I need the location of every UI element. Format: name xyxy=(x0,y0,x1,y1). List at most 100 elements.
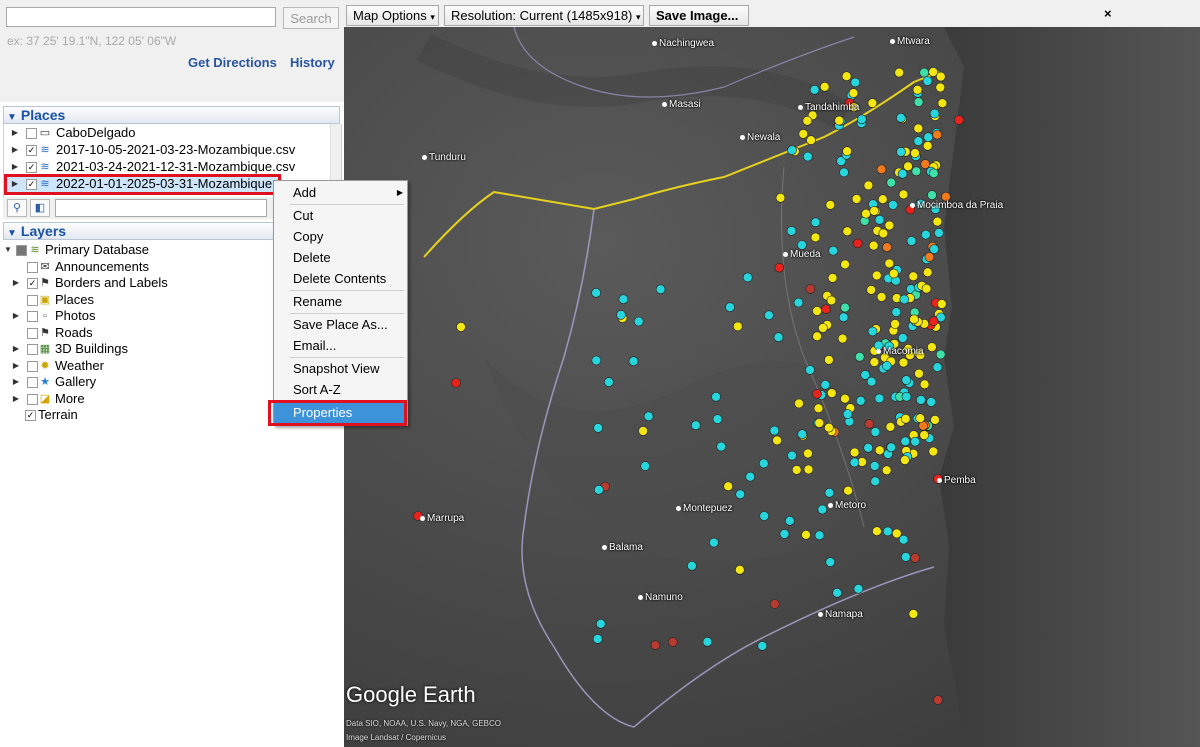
incident-marker[interactable] xyxy=(773,332,784,343)
incident-marker[interactable] xyxy=(906,236,917,246)
incident-marker[interactable] xyxy=(894,67,905,78)
incident-marker[interactable] xyxy=(712,414,723,424)
incident-marker[interactable] xyxy=(591,355,602,366)
incident-marker[interactable] xyxy=(910,553,920,563)
place-item-cabodelgado[interactable]: ▶ ▭ CaboDelgado xyxy=(4,125,329,141)
incident-marker[interactable] xyxy=(897,169,908,179)
place-item-csv-2021[interactable]: ▶ ✓ ≋ 2021-03-24-2021-12-31-Mozambique.c… xyxy=(4,159,329,175)
incident-marker[interactable] xyxy=(805,365,815,375)
checkbox-partial[interactable] xyxy=(16,245,27,256)
incident-marker[interactable] xyxy=(919,67,930,78)
incident-marker[interactable] xyxy=(451,378,461,388)
incident-marker[interactable] xyxy=(933,695,943,705)
incident-marker[interactable] xyxy=(595,618,606,629)
incident-marker[interactable] xyxy=(890,319,900,329)
incident-marker[interactable] xyxy=(711,391,721,402)
incident-marker[interactable] xyxy=(922,267,933,278)
incident-marker[interactable] xyxy=(908,271,919,282)
incident-marker[interactable] xyxy=(650,640,661,651)
incident-marker[interactable] xyxy=(769,599,780,609)
incident-marker[interactable] xyxy=(912,84,923,95)
checkbox[interactable]: ✓ xyxy=(26,145,37,156)
incident-marker[interactable] xyxy=(935,71,946,82)
incident-marker[interactable] xyxy=(709,537,719,548)
incident-marker[interactable] xyxy=(798,129,809,139)
incident-marker[interactable] xyxy=(834,115,845,126)
incident-marker[interactable] xyxy=(928,446,939,457)
incident-marker[interactable] xyxy=(897,333,908,343)
incident-marker[interactable] xyxy=(923,132,934,142)
incident-marker[interactable] xyxy=(794,398,804,409)
incident-marker[interactable] xyxy=(757,641,768,651)
incident-marker[interactable] xyxy=(591,287,601,298)
incident-marker[interactable] xyxy=(929,108,940,119)
incident-marker[interactable] xyxy=(456,322,466,332)
incident-marker[interactable] xyxy=(725,302,735,313)
incident-marker[interactable] xyxy=(855,395,866,406)
incident-marker[interactable] xyxy=(886,177,897,188)
incident-marker[interactable] xyxy=(842,409,853,419)
checkbox[interactable] xyxy=(27,344,38,355)
incident-marker[interactable] xyxy=(840,302,850,313)
incident-marker[interactable] xyxy=(900,436,911,447)
incident-marker[interactable] xyxy=(826,388,837,398)
incident-marker[interactable] xyxy=(842,226,853,237)
incident-marker[interactable] xyxy=(803,448,813,459)
incident-marker[interactable] xyxy=(866,376,877,387)
incident-marker[interactable] xyxy=(812,389,822,399)
history-link[interactable]: History xyxy=(290,55,335,70)
incident-marker[interactable] xyxy=(824,487,835,498)
incident-marker[interactable] xyxy=(864,419,875,429)
checkbox[interactable] xyxy=(27,377,38,388)
checkbox[interactable] xyxy=(27,361,38,372)
incident-marker[interactable] xyxy=(930,415,940,425)
incident-marker[interactable] xyxy=(849,457,860,468)
search-input[interactable] xyxy=(6,7,276,27)
incident-marker[interactable] xyxy=(618,294,629,305)
checkbox[interactable] xyxy=(27,394,38,405)
collapse-arrow-icon[interactable]: ▼ xyxy=(3,242,13,258)
incident-marker[interactable] xyxy=(935,82,946,93)
incident-marker[interactable] xyxy=(921,283,932,294)
incident-marker[interactable] xyxy=(848,88,859,98)
incident-marker[interactable] xyxy=(886,442,897,453)
incident-marker[interactable] xyxy=(702,636,713,647)
incident-marker[interactable] xyxy=(772,435,782,446)
incident-marker[interactable] xyxy=(764,310,774,321)
incident-marker[interactable] xyxy=(687,560,697,571)
incident-marker[interactable] xyxy=(903,161,913,172)
incident-marker[interactable] xyxy=(900,455,910,465)
incident-marker[interactable] xyxy=(758,458,769,469)
incident-marker[interactable] xyxy=(774,262,785,273)
incident-marker[interactable] xyxy=(825,200,836,210)
menu-item-save-place-as[interactable]: Save Place As... xyxy=(274,315,407,335)
incident-marker[interactable] xyxy=(896,113,906,123)
incident-marker[interactable] xyxy=(640,461,651,471)
incident-marker[interactable] xyxy=(793,297,804,308)
incident-marker[interactable] xyxy=(820,379,831,390)
expand-arrow-icon[interactable]: ▶ xyxy=(11,275,21,291)
incident-marker[interactable] xyxy=(810,217,821,228)
incident-marker[interactable] xyxy=(867,326,878,337)
incident-marker[interactable] xyxy=(874,215,885,225)
checkbox[interactable] xyxy=(26,128,37,139)
incident-marker[interactable] xyxy=(839,167,849,178)
incident-marker[interactable] xyxy=(828,245,839,256)
incident-marker[interactable] xyxy=(868,240,879,251)
incident-marker[interactable] xyxy=(896,147,906,157)
search-places-icon[interactable]: ⚲ xyxy=(7,199,27,217)
incident-marker[interactable] xyxy=(775,193,786,203)
incident-marker[interactable] xyxy=(927,190,937,200)
panel-toggle-icon[interactable]: ◧ xyxy=(30,199,50,217)
incident-marker[interactable] xyxy=(827,273,838,283)
expand-arrow-icon[interactable]: ▶ xyxy=(11,341,21,357)
incident-marker[interactable] xyxy=(860,370,871,380)
incident-marker[interactable] xyxy=(901,375,912,385)
incident-marker[interactable] xyxy=(849,447,860,458)
incident-marker[interactable] xyxy=(814,418,825,428)
places-header[interactable]: ▼ Places xyxy=(3,106,340,124)
incident-marker[interactable] xyxy=(812,306,822,316)
incident-marker[interactable] xyxy=(878,228,889,239)
incident-marker[interactable] xyxy=(913,136,924,146)
expand-arrow-icon[interactable]: ▶ xyxy=(11,358,21,374)
